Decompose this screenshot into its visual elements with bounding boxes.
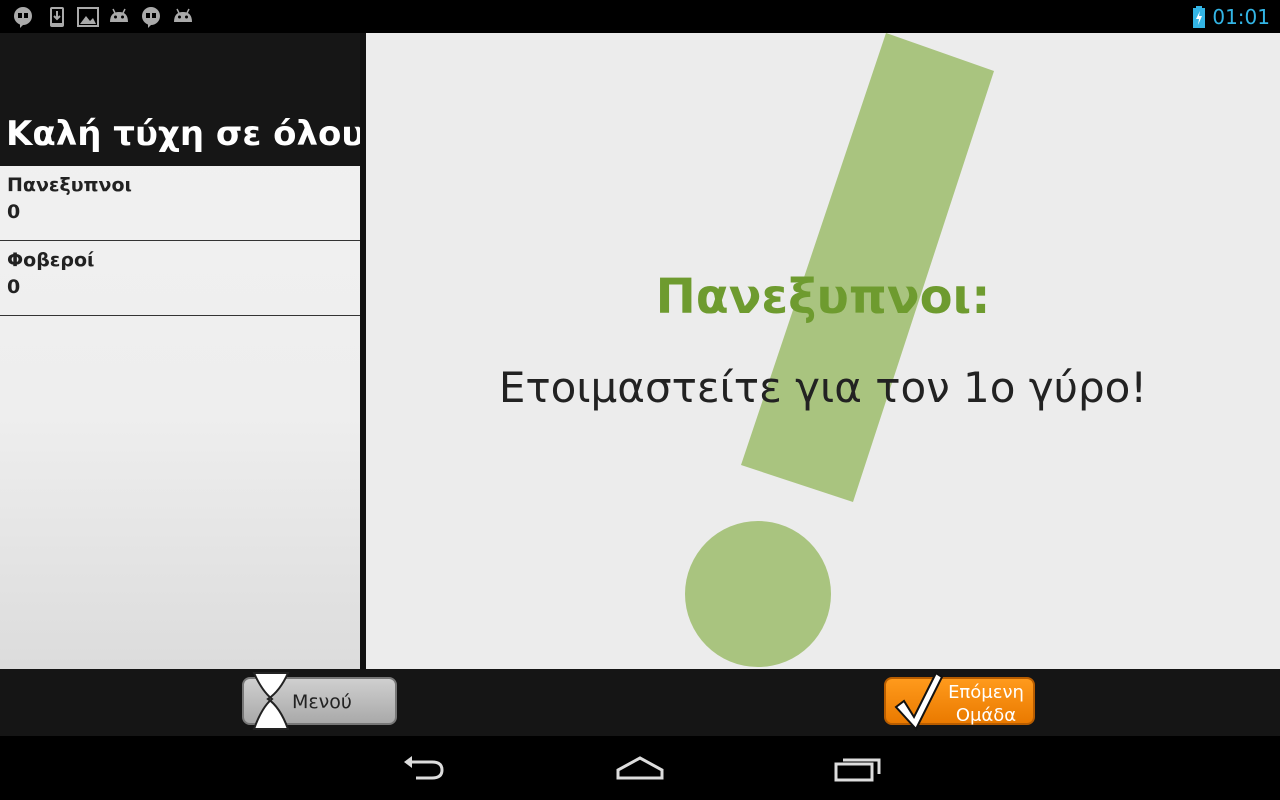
battery-charging-icon: [1193, 6, 1206, 28]
next-team-button[interactable]: Επόμενη Ομάδα: [884, 671, 1035, 731]
hourglass-icon: [252, 672, 290, 730]
exclamation-dot: [685, 521, 831, 667]
current-team-name: Πανεξυπνοι:: [655, 269, 991, 325]
scoreboard-title: Καλή τύχη σε όλους!: [6, 114, 400, 154]
android-icon: [174, 8, 192, 22]
android-icon: [110, 8, 128, 22]
round-message: Ετοιμαστείτε για τον 1ο γύρο!: [498, 363, 1148, 412]
hangouts-icon: [14, 7, 32, 28]
exclamation-mark-decoration: [685, 33, 994, 667]
team-score: 0: [7, 201, 21, 223]
status-bar: 01:01: [0, 0, 1280, 33]
download-icon: [50, 7, 64, 27]
scoreboard-panel: Καλή τύχη σε όλους! Πανεξυπνοι 0 Φοβεροί…: [0, 33, 400, 669]
back-icon[interactable]: [400, 752, 448, 784]
team-name: Πανεξυπνοι: [7, 174, 132, 196]
menu-button[interactable]: Μενού: [242, 672, 397, 730]
gallery-icon: [77, 7, 99, 27]
team-score: 0: [7, 276, 21, 298]
round-announcement-panel: Πανεξυπνοι: Ετοιμαστείτε για τον 1ο γύρο…: [366, 33, 1280, 669]
team-row: Φοβεροί 0: [0, 241, 360, 316]
action-bar: Μενού Επόμενη Ομάδα: [0, 669, 1280, 736]
next-team-button-label: Επόμενη Ομάδα: [948, 682, 1024, 726]
team-row: Πανεξυπνοι 0: [0, 166, 360, 241]
recent-apps-icon[interactable]: [833, 752, 883, 784]
team-name: Φοβεροί: [7, 249, 95, 271]
home-icon[interactable]: [615, 752, 665, 784]
clock: 01:01: [1212, 5, 1270, 29]
exclamation-bar: [741, 33, 994, 502]
navigation-bar: [0, 736, 1280, 800]
hangouts-icon: [142, 7, 160, 28]
menu-button-label: Μενού: [292, 691, 352, 713]
scoreboard-header: Καλή τύχη σε όλους!: [0, 33, 400, 166]
